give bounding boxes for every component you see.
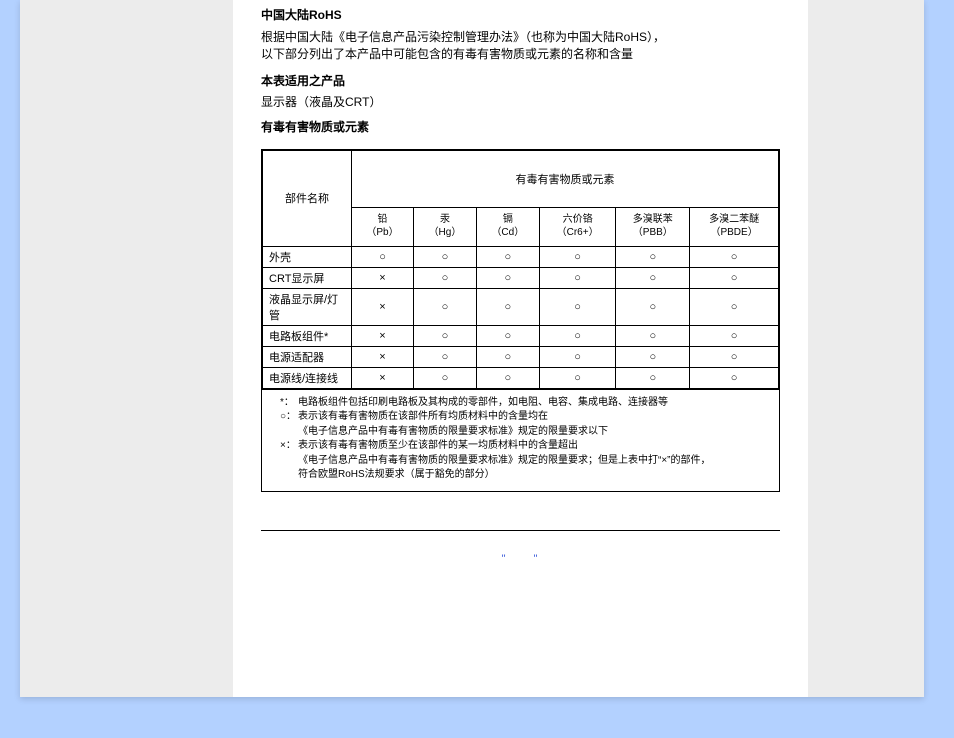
table-row: 电路板组件*×○○○○○ xyxy=(263,325,779,346)
table-row: 电源适配器×○○○○○ xyxy=(263,346,779,367)
table-row: 电源线/连接线×○○○○○ xyxy=(263,367,779,388)
table-cell: ○ xyxy=(539,367,616,388)
table-cell: ○ xyxy=(690,325,779,346)
rohs-table: 部件名称 有毒有害物质或元素 铅（Pb）汞（Hg）镉（Cd）六价铬（Cr6+）多… xyxy=(262,150,779,389)
table-cell: ○ xyxy=(476,346,539,367)
table-cell: ○ xyxy=(616,246,690,267)
table-cell: ○ xyxy=(616,267,690,288)
table-column-header: 多溴联苯（PBB） xyxy=(616,207,690,246)
table-row-name: CRT显示屏 xyxy=(263,267,352,288)
table-cell: ○ xyxy=(539,267,616,288)
table-cell: × xyxy=(352,325,414,346)
table-cell: ○ xyxy=(616,288,690,325)
table-cell: ○ xyxy=(476,325,539,346)
table-cell: ○ xyxy=(616,367,690,388)
table-column-header: 汞（Hg） xyxy=(414,207,477,246)
table-cell: ○ xyxy=(352,246,414,267)
rohs-table-container: 部件名称 有毒有害物质或元素 铅（Pb）汞（Hg）镉（Cd）六价铬（Cr6+）多… xyxy=(261,149,780,492)
table-row: 液晶显示屏/灯管×○○○○○ xyxy=(263,288,779,325)
table-cell: ○ xyxy=(690,246,779,267)
table-row-name: 外壳 xyxy=(263,246,352,267)
table-row-name: 电路板组件* xyxy=(263,325,352,346)
note-circle-mark: ○： xyxy=(280,410,298,439)
table-cell: ○ xyxy=(476,367,539,388)
table-group-header: 有毒有害物质或元素 xyxy=(352,150,779,207)
table-row-name: 液晶显示屏/灯管 xyxy=(263,288,352,325)
gray-frame: 中国大陆RoHS 根据中国大陆《电子信息产品污染控制管理办法》（也称为中国大陆R… xyxy=(20,0,924,697)
table-cell: ○ xyxy=(539,325,616,346)
table-cell: × xyxy=(352,288,414,325)
table-row: CRT显示屏×○○○○○ xyxy=(263,267,779,288)
table-column-header: 六价铬（Cr6+） xyxy=(539,207,616,246)
note-cross-mark: ×： xyxy=(280,439,298,483)
table-cell: ○ xyxy=(616,325,690,346)
footer-link[interactable]: " " xyxy=(261,553,780,565)
table-cell: × xyxy=(352,267,414,288)
table-notes: *： 电路板组件包括印刷电路板及其构成的零部件，如电阻、电容、集成电路、连接器等… xyxy=(262,389,779,491)
table-cell: ○ xyxy=(690,367,779,388)
intro-paragraph: 根据中国大陆《电子信息产品污染控制管理办法》（也称为中国大陆RoHS）， 以下部… xyxy=(261,29,780,64)
table-cell: ○ xyxy=(690,346,779,367)
note-circle-text: 表示该有毒有害物质在该部件所有均质材料中的含量均在 《电子信息产品中有毒有害物质… xyxy=(298,410,769,439)
table-cell: ○ xyxy=(539,246,616,267)
note-star-mark: *： xyxy=(280,396,298,411)
table-cell: ○ xyxy=(414,346,477,367)
document-page: 中国大陆RoHS 根据中国大陆《电子信息产品污染控制管理办法》（也称为中国大陆R… xyxy=(233,0,808,697)
table-column-header: 多溴二苯醚（PBDE） xyxy=(690,207,779,246)
table-cell: ○ xyxy=(616,346,690,367)
intro-line-1: 根据中国大陆《电子信息产品污染控制管理办法》（也称为中国大陆RoHS）， xyxy=(261,30,665,44)
separator-line xyxy=(261,530,780,531)
table-cell: × xyxy=(352,367,414,388)
table-cell: ○ xyxy=(476,288,539,325)
table-column-header: 镉（Cd） xyxy=(476,207,539,246)
table-cell: ○ xyxy=(414,367,477,388)
section-product-title: 本表适用之产品 xyxy=(261,72,780,89)
page-title: 中国大陆RoHS xyxy=(261,6,780,23)
intro-line-2: 以下部分列出了本产品中可能包含的有毒有害物质或元素的名称和含量 xyxy=(261,47,633,61)
table-cell: ○ xyxy=(414,325,477,346)
note-cross-text: 表示该有毒有害物质至少在该部件的某一均质材料中的含量超出 《电子信息产品中有毒有… xyxy=(298,439,769,483)
table-cell: ○ xyxy=(476,267,539,288)
table-cell: ○ xyxy=(476,246,539,267)
table-cell: ○ xyxy=(414,246,477,267)
note-star-text: 电路板组件包括印刷电路板及其构成的零部件，如电阻、电容、集成电路、连接器等 xyxy=(298,396,769,411)
table-cell: ○ xyxy=(414,267,477,288)
table-cell: ○ xyxy=(690,288,779,325)
table-cell: ○ xyxy=(539,346,616,367)
section-product-value: 显示器（液晶及CRT） xyxy=(261,93,780,110)
table-row-name: 电源线/连接线 xyxy=(263,367,352,388)
table-cell: ○ xyxy=(539,288,616,325)
section-substances-title: 有毒有害物质或元素 xyxy=(261,118,780,135)
table-cell: ○ xyxy=(690,267,779,288)
table-corner-header: 部件名称 xyxy=(263,150,352,246)
table-cell: ○ xyxy=(414,288,477,325)
table-cell: × xyxy=(352,346,414,367)
table-row: 外壳○○○○○○ xyxy=(263,246,779,267)
table-row-name: 电源适配器 xyxy=(263,346,352,367)
table-column-header: 铅（Pb） xyxy=(352,207,414,246)
